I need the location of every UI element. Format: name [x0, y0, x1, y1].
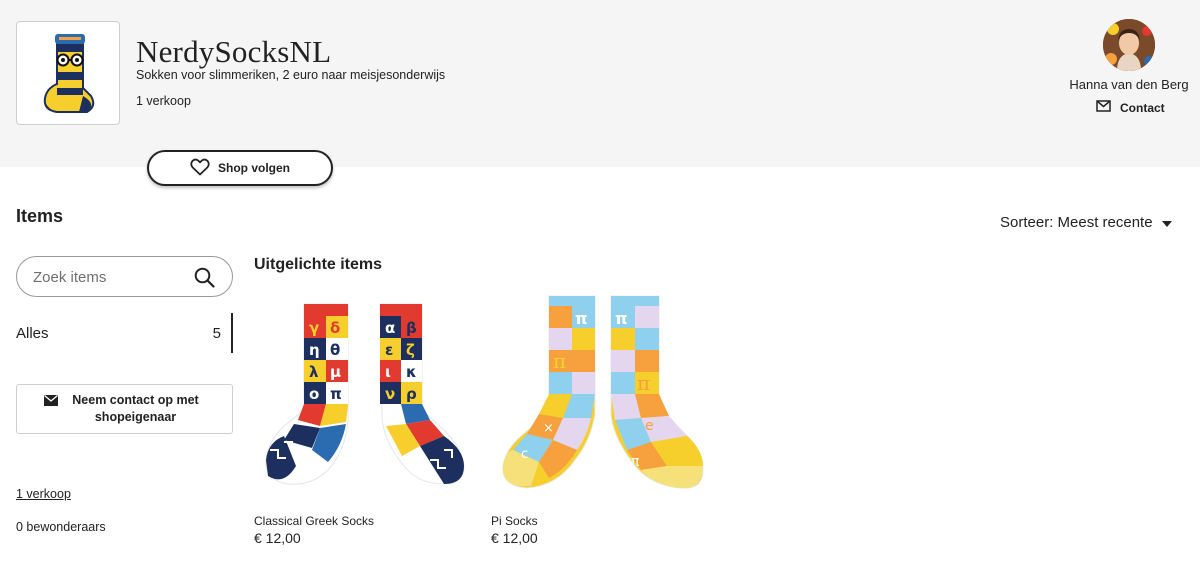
svg-text:λ: λ: [309, 363, 319, 381]
sort-dropdown[interactable]: Sorteer: Meest recente: [1000, 214, 1172, 231]
svg-text:ε: ε: [385, 341, 393, 359]
svg-text:ν: ν: [385, 385, 395, 403]
shop-header: [0, 0, 1200, 167]
items-heading: Items: [16, 206, 64, 226]
svg-text:π: π: [615, 309, 628, 328]
product-card-classical-greek-socks[interactable]: γ δ η θ λ μ ο π α β ε ζ ι κ ν ρ Classica…: [254, 290, 476, 546]
contact-shop-owner-label: Neem contact op met shopeigenaar: [72, 393, 199, 424]
svg-text:π: π: [637, 371, 650, 395]
svg-text:μ: μ: [330, 363, 341, 381]
avatar-photo: [1103, 19, 1155, 71]
envelope-icon: [1096, 100, 1111, 115]
sort-label: Sorteer: Meest recente: [1000, 214, 1153, 231]
shop-name: NerdySocksNL: [136, 34, 332, 69]
svg-text:η: η: [309, 341, 320, 359]
product-title[interactable]: Classical Greek Socks: [254, 514, 374, 528]
featured-items-heading: Uitgelichte items: [254, 256, 383, 273]
svg-text:θ: θ: [330, 341, 340, 359]
product-title[interactable]: Pi Socks: [491, 514, 538, 528]
svg-text:α: α: [385, 319, 395, 337]
contact-shop-owner-button[interactable]: Neem contact op met shopeigenaar: [16, 384, 233, 434]
contact-owner-link[interactable]: Contact: [1096, 100, 1165, 115]
svg-text:c: c: [521, 447, 528, 462]
filter-item-all[interactable]: Alles 5: [16, 313, 233, 353]
svg-text:×: ×: [543, 421, 554, 436]
owner-name: Hanna van den Berg: [1069, 77, 1189, 92]
svg-text:π: π: [553, 349, 566, 373]
sales-link[interactable]: 1 verkoop: [16, 487, 71, 501]
svg-text:π: π: [631, 454, 640, 470]
svg-text:β: β: [406, 319, 417, 337]
follow-shop-button[interactable]: Shop volgen: [147, 150, 333, 186]
svg-text:ζ: ζ: [406, 341, 415, 359]
product-card-pi-socks[interactable]: π π × c π π e π Pi Socks € 12,00: [491, 290, 713, 546]
search-input[interactable]: [33, 267, 183, 287]
admirers-count: 0 bewonderaars: [16, 520, 106, 534]
active-filter-indicator: [231, 313, 233, 353]
shop-logo: [16, 21, 120, 125]
svg-text:δ: δ: [330, 319, 340, 337]
contact-link-label: Contact: [1120, 100, 1165, 115]
svg-text:π: π: [575, 309, 588, 328]
svg-text:κ: κ: [406, 363, 417, 381]
owner-avatar[interactable]: [1103, 19, 1155, 71]
svg-text:e: e: [645, 418, 654, 434]
svg-text:ι: ι: [385, 363, 391, 381]
shop-tagline: Sokken voor slimmeriken, 2 euro naar mei…: [136, 68, 446, 82]
filter-count: 5: [212, 325, 221, 342]
sock-mascot-image: [43, 34, 95, 113]
product-price: € 12,00: [491, 530, 538, 546]
envelope-icon: [43, 394, 58, 411]
caret-down-icon: [1161, 214, 1172, 231]
search-icon[interactable]: [194, 267, 215, 293]
product-image: γ δ η θ λ μ ο π α β ε ζ ι κ ν ρ: [265, 303, 465, 485]
product-price: € 12,00: [254, 530, 301, 546]
search-box: [16, 256, 233, 297]
filter-label: Alles: [16, 325, 49, 342]
product-image: π π × c π π e π: [502, 295, 704, 489]
heart-icon: [190, 158, 210, 179]
svg-text:π: π: [330, 385, 342, 403]
shop-sales-count: 1 verkoop: [136, 94, 191, 108]
follow-shop-label: Shop volgen: [218, 161, 290, 175]
svg-text:ρ: ρ: [406, 385, 417, 403]
svg-text:γ: γ: [309, 319, 319, 337]
svg-text:ο: ο: [309, 385, 319, 403]
